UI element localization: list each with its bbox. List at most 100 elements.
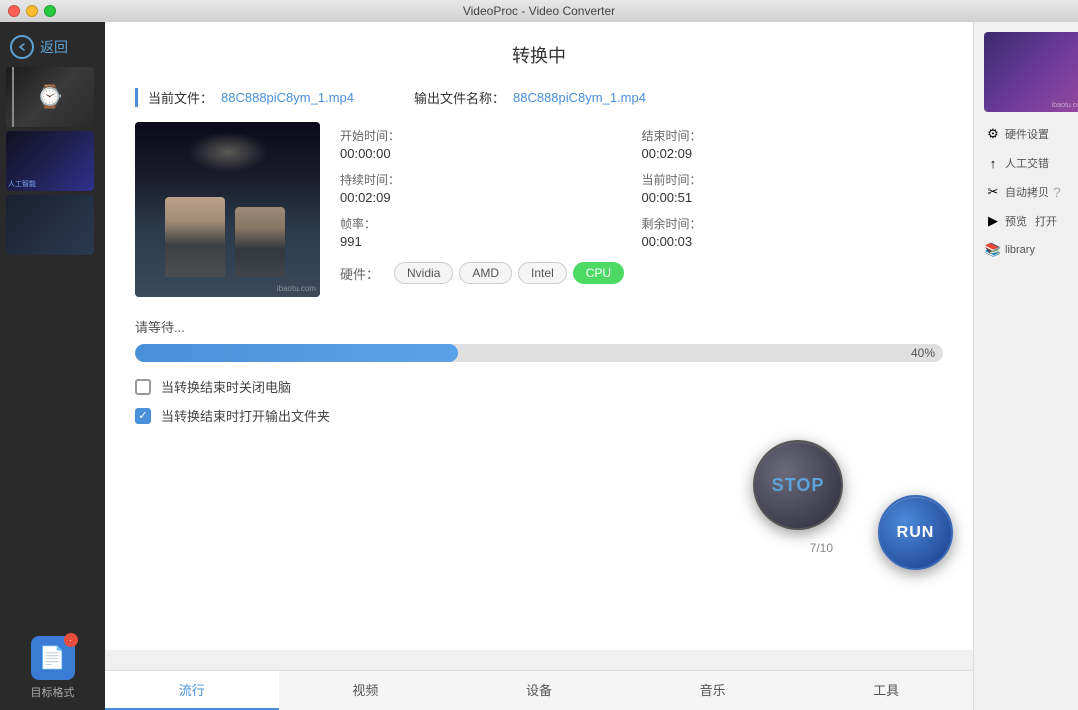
back-arrow-icon	[10, 35, 34, 59]
shutdown-checkbox-row[interactable]: 当转换结束时关闭电脑	[135, 377, 943, 396]
bottom-tabs: 流行 视频 设备 音乐 工具	[105, 670, 973, 710]
conversion-content: ibaotu.com 开始时间： 00:00:00 结束时间： 00:02:09…	[135, 122, 943, 297]
file-info-row: 当前文件： 88C888piC8ym_1.mp4 输出文件名称： 88C888p…	[135, 88, 943, 107]
output-file-label: 输出文件名称：	[414, 88, 505, 107]
submit-icon: ↑	[985, 155, 1001, 171]
hardware-row: 硬件： Nvidia AMD Intel CPU	[340, 262, 943, 284]
stop-button[interactable]: STOP	[753, 440, 843, 530]
close-button[interactable]	[8, 5, 20, 17]
open-folder-checkbox-row[interactable]: ✓ 当转换结束时打开输出文件夹	[135, 406, 943, 425]
right-preview: ibaotu.com	[984, 32, 1078, 112]
sidebar-thumbnails: ⌚ 人工智能	[0, 67, 105, 636]
progress-bar-container: 40%	[135, 344, 943, 362]
run-button[interactable]: RUN	[878, 495, 953, 570]
crop-icon: ✂	[985, 184, 1001, 200]
conversion-modal: 转换中 当前文件： 88C888piC8ym_1.mp4 输出文件名称： 88C…	[105, 22, 973, 650]
tab-video[interactable]: 视频	[279, 671, 453, 710]
remaining-time-label: 剩余时间：	[642, 215, 929, 232]
end-time-value: 00:02:09	[642, 146, 929, 161]
title-bar: VideoProc - Video Converter	[0, 0, 1078, 22]
output-file-name: 88C888piC8ym_1.mp4	[513, 90, 646, 105]
minimize-button[interactable]	[26, 5, 38, 17]
preview-label: 预览	[1005, 213, 1027, 229]
open-folder-checkbox[interactable]: ✓	[135, 408, 151, 424]
stat-remaining-time: 剩余时间： 00:00:03	[642, 210, 944, 254]
preview-light	[188, 132, 268, 172]
thumbnail-1[interactable]: ⌚	[6, 67, 94, 127]
tab-popular[interactable]: 流行	[105, 671, 279, 710]
help-icon: ?	[1053, 184, 1061, 200]
stats-grid: 开始时间： 00:00:00 结束时间： 00:02:09 持续时间： 00:0…	[340, 122, 943, 297]
open-label: 打开	[1035, 213, 1057, 229]
frame-rate-value: 991	[340, 234, 627, 249]
counter-text: 7/10	[810, 541, 833, 555]
library-item[interactable]: 📚 library	[979, 238, 1073, 262]
thumbnail-2-label: 人工智能	[8, 179, 36, 189]
stop-button-label: STOP	[772, 475, 825, 496]
preview-scene-watermark: ibaotu.com	[277, 284, 316, 293]
end-time-label: 结束时间：	[642, 127, 929, 144]
back-button[interactable]: 返回	[0, 27, 105, 67]
hw-settings-label: 硬件设置	[1005, 126, 1049, 142]
modal-title: 转换中	[135, 42, 943, 68]
nvidia-button[interactable]: Nvidia	[394, 262, 453, 284]
start-time-label: 开始时间：	[340, 127, 627, 144]
sidebar-bottom: 📄 · 目标格式	[0, 636, 105, 710]
preview-watermark: ibaotu.com	[1052, 102, 1078, 109]
status-text: 请等待...	[135, 317, 943, 336]
thumbnail-2[interactable]: 人工智能	[6, 131, 94, 191]
stat-end-time: 结束时间： 00:02:09	[642, 122, 944, 166]
preview-item[interactable]: ▶ 预览 打开	[979, 209, 1073, 233]
video-preview: ibaotu.com	[135, 122, 320, 297]
thumbnail-3[interactable]	[6, 195, 94, 255]
current-time-label: 当前时间：	[642, 171, 929, 188]
sidebar: 返回 ⌚ 人工智能 📄 · 目标格式	[0, 22, 105, 710]
amd-button[interactable]: AMD	[459, 262, 512, 284]
play-icon: ▶	[985, 213, 1001, 229]
current-file-label: 当前文件：	[148, 88, 213, 107]
current-time-value: 00:00:51	[642, 190, 929, 205]
preview-figure-1	[165, 197, 225, 277]
hw-settings-item[interactable]: ⚙ 硬件设置	[979, 122, 1073, 146]
window-title: VideoProc - Video Converter	[463, 4, 615, 18]
current-file-name: 88C888piC8ym_1.mp4	[221, 90, 354, 105]
auto-crop-item[interactable]: ✂ 自动拷贝 ?	[979, 180, 1073, 204]
progress-percent: 40%	[911, 346, 935, 360]
start-time-value: 00:00:00	[340, 146, 627, 161]
tab-device[interactable]: 设备	[452, 671, 626, 710]
library-label: library	[1005, 244, 1035, 256]
remaining-time-value: 00:00:03	[642, 234, 929, 249]
run-button-label: RUN	[897, 524, 935, 542]
target-format-icon[interactable]: 📄 ·	[31, 636, 75, 680]
auto-crop-label: 自动拷贝	[1005, 184, 1049, 200]
tab-tools[interactable]: 工具	[799, 671, 973, 710]
window-controls	[8, 5, 56, 17]
duration-value: 00:02:09	[340, 190, 627, 205]
stat-duration: 持续时间： 00:02:09	[340, 166, 642, 210]
shutdown-label: 当转换结束时关闭电脑	[161, 377, 291, 396]
stat-start-time: 开始时间： 00:00:00	[340, 122, 642, 166]
back-label: 返回	[40, 37, 68, 57]
submit-item[interactable]: ↑ 人工交错	[979, 151, 1073, 175]
shutdown-checkbox[interactable]	[135, 379, 151, 395]
checkbox-section: 当转换结束时关闭电脑 ✓ 当转换结束时打开输出文件夹	[135, 377, 943, 425]
stat-current-time: 当前时间： 00:00:51	[642, 166, 944, 210]
frame-rate-label: 帧率：	[340, 215, 627, 232]
cpu-button[interactable]: CPU	[573, 262, 624, 284]
maximize-button[interactable]	[44, 5, 56, 17]
stat-frame-rate: 帧率： 991	[340, 210, 642, 254]
right-panel: ibaotu.com ⚙ 硬件设置 ↑ 人工交错 ✂ 自动拷贝 ? ▶ 预览 打…	[973, 22, 1078, 710]
target-format-label: 目标格式	[31, 684, 75, 700]
intel-button[interactable]: Intel	[518, 262, 567, 284]
open-folder-label: 当转换结束时打开输出文件夹	[161, 406, 330, 425]
preview-scene: ibaotu.com	[135, 122, 320, 297]
progress-bar-fill	[135, 344, 458, 362]
tab-music[interactable]: 音乐	[626, 671, 800, 710]
library-icon: 📚	[985, 242, 1001, 258]
gear-icon: ⚙	[985, 126, 1001, 142]
target-format-badge: ·	[64, 633, 78, 647]
progress-section: 请等待... 40%	[135, 317, 943, 362]
submit-label: 人工交错	[1005, 155, 1049, 171]
duration-label: 持续时间：	[340, 171, 627, 188]
preview-figure-2	[235, 207, 285, 277]
